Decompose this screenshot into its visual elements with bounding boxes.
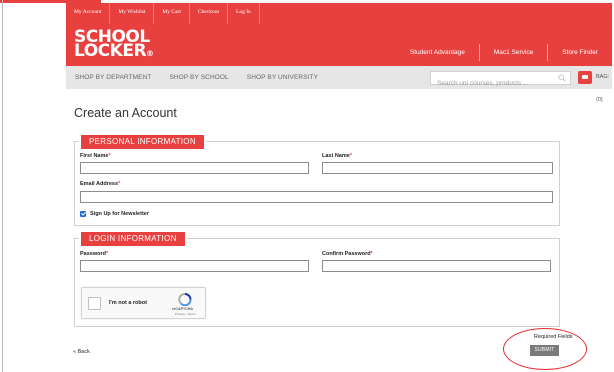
login-information-legend: LOGIN INFORMATION [81, 232, 185, 246]
recaptcha-brand: reCAPTCHA [172, 307, 193, 311]
confirm-password-field[interactable] [322, 260, 551, 275]
search-box [430, 71, 571, 90]
login-information-section: LOGIN INFORMATION Password* Confirm Pass… [74, 232, 560, 327]
registered-mark: ® [146, 49, 154, 58]
log-in-link[interactable]: Log In [228, 3, 260, 24]
recaptcha-widget: I'm not a robot reCAPTCHA Privacy - Term… [81, 287, 206, 319]
my-wishlist-link[interactable]: My Wishlist [110, 3, 155, 24]
school-locker-logo[interactable]: SCHOOL LOCKER® [74, 29, 154, 61]
main-nav: SHOP BY DEPARTMENT SHOP BY SCHOOL SHOP B… [66, 66, 612, 103]
password-input[interactable] [81, 264, 308, 275]
page-title: Create an Account [74, 106, 177, 120]
nav-shop-by-university[interactable]: SHOP BY UNIVERSITY [238, 66, 327, 89]
first-name-input[interactable] [81, 166, 308, 177]
email-address-label: Email Address* [80, 181, 121, 187]
recaptcha-icon [178, 293, 192, 306]
first-name-label: First Name* [80, 153, 111, 159]
email-address-input[interactable] [81, 195, 552, 206]
newsletter-checkbox[interactable] [80, 211, 86, 217]
my-account-link[interactable]: My Account [66, 3, 111, 24]
mac1-service-link[interactable]: Mac1 Service [480, 47, 547, 59]
my-cart-link[interactable]: My Cart [154, 3, 190, 24]
back-link[interactable]: « Back [73, 349, 90, 355]
bag-icon[interactable] [578, 71, 592, 84]
confirm-password-input[interactable] [323, 264, 550, 275]
left-border-line [2, 0, 3, 372]
search-icon[interactable] [558, 74, 566, 82]
bag-count[interactable]: BAG: (0) [596, 66, 612, 112]
password-field[interactable] [80, 260, 309, 275]
newsletter-label[interactable]: Sign Up for Newsletter [90, 211, 149, 218]
store-finder-link[interactable]: Store Finder [548, 47, 612, 59]
nav-shop-by-department[interactable]: SHOP BY DEPARTMENT [66, 66, 160, 89]
last-name-field[interactable] [322, 162, 553, 177]
confirm-password-label: Confirm Password* [322, 251, 373, 257]
password-label: Password* [80, 251, 109, 257]
student-advantage-link[interactable]: Student Advantage [396, 47, 479, 59]
first-name-field[interactable] [80, 162, 309, 177]
email-address-field[interactable] [80, 191, 553, 206]
service-links: Student Advantage Mac1 Service Store Fin… [396, 44, 612, 61]
site-header: My Account My Wishlist My Cart Checkout … [66, 3, 612, 66]
submit-highlight-annotation [503, 328, 587, 370]
personal-information-section: PERSONAL INFORMATION First Name* Last Na… [74, 135, 560, 226]
last-name-input[interactable] [323, 166, 552, 177]
checkout-link[interactable]: Checkout [190, 3, 228, 24]
personal-information-legend: PERSONAL INFORMATION [81, 135, 204, 149]
last-name-label: Last Name* [322, 153, 352, 159]
logo-line-2: LOCKER [74, 41, 147, 61]
recaptcha-terms-link[interactable]: Privacy - Terms [175, 312, 196, 316]
recaptcha-label: I'm not a robot [109, 300, 147, 306]
nav-shop-by-school[interactable]: SHOP BY SCHOOL [160, 66, 237, 89]
recaptcha-checkbox[interactable] [88, 297, 101, 310]
search-input[interactable] [431, 77, 553, 90]
account-links: My Account My Wishlist My Cart Checkout … [66, 3, 260, 24]
